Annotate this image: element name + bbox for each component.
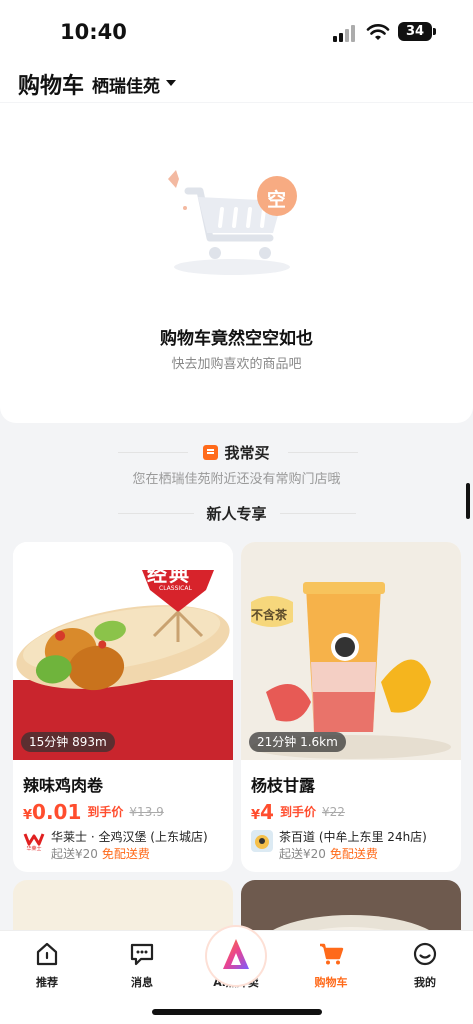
ai-icon [223, 939, 249, 969]
delivery-fee: 免配送费 [101, 847, 150, 861]
price-label: 到手价 [87, 805, 124, 819]
delivery-fee: 免配送费 [329, 847, 378, 861]
empty-title: 购物车竟然空空如也 [160, 329, 313, 349]
empty-cart-card: 空 购物车竟然空空如也 快去加购喜欢的商品吧 [0, 103, 473, 423]
tab-ai-order[interactable]: AI点外卖 [201, 927, 271, 990]
list-icon [203, 445, 219, 460]
original-price: ¥22 [321, 805, 345, 819]
frequent-subtitle: 您在栖瑞佳苑附近还没有常购门店哦 [132, 472, 341, 487]
scroll-indicator[interactable] [466, 483, 470, 519]
header: 购物车 栖瑞佳苑 [0, 62, 473, 102]
price-value: 0.01 [32, 800, 82, 824]
new-user-title: 新人专享 [206, 505, 267, 523]
badge-classic-sub: CLASSICAL [159, 585, 192, 592]
tab-label: 推荐 [36, 976, 58, 989]
badge-no-tea: 不含茶 [251, 608, 288, 622]
price-currency: ¥ [23, 808, 33, 823]
home-indicator[interactable] [152, 1009, 322, 1015]
shop-logo [251, 830, 273, 852]
tab-profile[interactable]: 我的 [390, 941, 460, 990]
product-image-wrap [241, 542, 461, 760]
price-label: 到手价 [279, 805, 316, 819]
wifi-icon [366, 24, 390, 40]
chabaidao-logo-icon [255, 835, 269, 849]
price-currency: ¥ [251, 808, 261, 823]
delivery-min: 起送¥20 [279, 847, 326, 861]
cart-page: 10:40 34 购物车 栖瑞佳苑 空 购物车竟然空空如也 快去加购喜欢的商品吧… [0, 0, 473, 1024]
price-value: 4 [260, 800, 274, 824]
time-distance: 15分钟 893m [21, 732, 115, 752]
product-name: 杨枝甘露 [251, 776, 316, 795]
profile-icon [413, 942, 437, 966]
delivery-info: 起送¥20 免配送费 [51, 845, 150, 862]
product-card[interactable]: 经典 CLASSICAL 15分钟 893m 辣味鸡肉卷 ¥0.01 到手价 ¥13… [13, 542, 233, 872]
page-title: 购物车 [18, 74, 85, 99]
status-bar: 10:40 34 [0, 0, 473, 62]
shop-name[interactable]: 茶百道 (中牟上东里 24h店) [279, 828, 427, 845]
price-row: ¥4 到手价 ¥22 [251, 800, 345, 824]
tab-label: 消息 [131, 976, 153, 989]
tab-label: 购物车 [314, 976, 348, 989]
shop-logo: 华莱士 [23, 830, 45, 852]
empty-badge: 空 [267, 189, 287, 211]
message-icon [130, 943, 154, 966]
home-icon [36, 942, 58, 966]
product-name: 辣味鸡肉卷 [23, 776, 104, 795]
badge-classic: 经典 [147, 562, 191, 586]
product-image-wrap [13, 542, 233, 760]
cart-icon [320, 943, 344, 965]
delivery-info: 起送¥20 免配送费 [279, 845, 378, 862]
tab-label: 我的 [414, 976, 436, 989]
battery-icon: 34 [398, 22, 436, 41]
empty-subtitle: 快去加购喜欢的商品吧 [171, 357, 302, 372]
shop-name[interactable]: 华莱士 · 全鸡汉堡 (上东城店) [51, 828, 208, 845]
status-time: 10:40 [60, 20, 127, 44]
new-user-section-header: 新人专享 [0, 503, 473, 524]
caret-down-icon[interactable] [166, 80, 176, 86]
price-row: ¥0.01 到手价 ¥13.9 [23, 800, 164, 824]
tab-cart[interactable]: 购物车 [296, 941, 366, 990]
delivery-min: 起送¥20 [51, 847, 98, 861]
location-selector[interactable]: 栖瑞佳苑 [92, 72, 160, 97]
product-card[interactable]: 不含茶 21分钟 1.6km 杨枝甘露 ¥4 到手价 ¥22 茶百道 (中牟上东里 … [241, 542, 461, 872]
ai-button[interactable] [207, 927, 265, 985]
frequent-title: 我常买 [224, 444, 270, 462]
tab-messages[interactable]: 消息 [107, 941, 177, 990]
frequent-section-header: 我常买 [0, 442, 473, 463]
time-distance: 21分钟 1.6km [249, 732, 346, 752]
shop-logo-text: 华莱士 [26, 846, 42, 852]
original-price: ¥13.9 [129, 805, 164, 819]
tab-home[interactable]: 推荐 [12, 941, 82, 990]
cellular-signal-icon [333, 24, 359, 42]
empty-cart-icon [168, 170, 297, 275]
